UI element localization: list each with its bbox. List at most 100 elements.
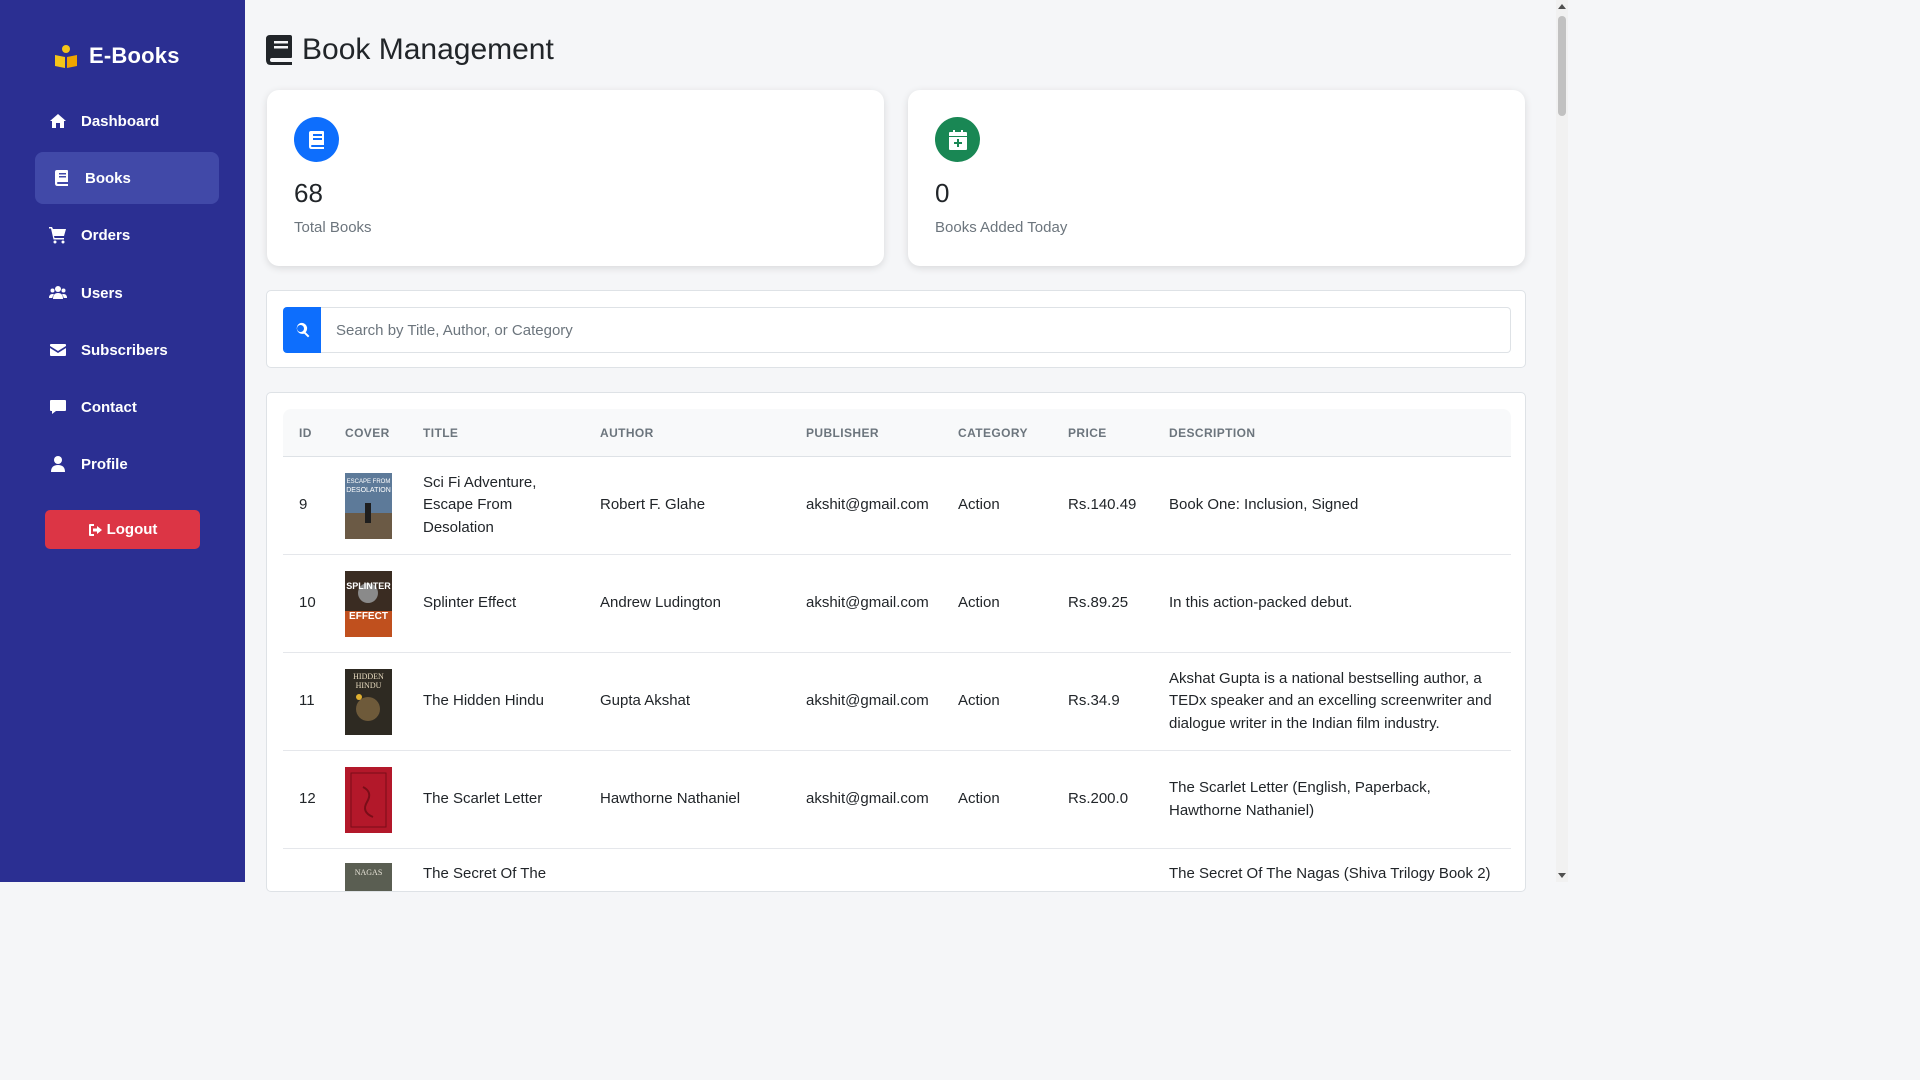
cell-author: Hawthorne Nathaniel xyxy=(600,790,741,808)
column-header-author[interactable]: AUTHOR xyxy=(600,409,654,457)
cell-publisher: akshit@gmail.com xyxy=(806,496,929,514)
cell-publisher: akshit@gmail.com xyxy=(806,594,929,612)
sign-out-icon xyxy=(88,523,102,536)
cell-description: The Secret Of The Nagas (Shiva Trilogy B… xyxy=(1169,864,1491,882)
book-icon xyxy=(308,130,324,149)
sidebar-item-label: Books xyxy=(85,169,131,187)
cart-icon xyxy=(49,226,67,244)
stat-card-total-books: 68 Total Books xyxy=(267,90,884,266)
stat-icon-circle xyxy=(935,117,980,162)
sidebar-item-label: Profile xyxy=(81,455,128,473)
sidebar: E-Books Dashboard Books Orders Users Sub… xyxy=(0,0,245,882)
book-cover-image: SPLINTER EFFECT xyxy=(345,571,392,637)
cell-id: 11 xyxy=(299,692,315,710)
table-row[interactable]: NAGAS The Secret Of The The Secret Of Th… xyxy=(283,849,1511,891)
cell-price: Rs.140.49 xyxy=(1068,496,1137,514)
book-cover-image: NAGAS xyxy=(345,863,392,891)
brand[interactable]: E-Books xyxy=(53,40,180,72)
sidebar-item-users[interactable]: Users xyxy=(35,267,219,319)
cell-author: Gupta Akshat xyxy=(600,692,691,710)
sidebar-item-label: Subscribers xyxy=(81,341,168,359)
svg-text:NAGAS: NAGAS xyxy=(355,868,383,877)
sidebar-item-orders[interactable]: Orders xyxy=(35,209,219,261)
column-header-cover[interactable]: COVER xyxy=(345,409,390,457)
page-scrollbar[interactable] xyxy=(1556,0,1568,882)
table-row[interactable]: 10 SPLINTER EFFECT Splinter Effect Andre… xyxy=(283,555,1511,653)
sidebar-item-label: Dashboard xyxy=(81,112,160,130)
search-icon xyxy=(296,322,310,338)
cell-price: Rs.89.25 xyxy=(1068,594,1129,612)
search-card xyxy=(266,290,1526,368)
cell-author: Andrew Ludington xyxy=(600,594,721,612)
sidebar-item-label: Orders xyxy=(81,226,131,244)
cell-title: Sci Fi Adventure, Escape From Desolation xyxy=(423,473,537,536)
cell-category: Action xyxy=(958,692,1000,710)
svg-text:ESCAPE FROM: ESCAPE FROM xyxy=(347,479,391,485)
scroll-up-arrow-icon[interactable] xyxy=(1558,4,1566,9)
book-cover-image: ESCAPE FROM DESOLATION xyxy=(345,473,392,539)
table-row[interactable]: 11 HIDDEN HINDU The Hidden Hindu Gupta A… xyxy=(283,653,1511,751)
column-header-category[interactable]: CATEGORY xyxy=(958,409,1028,457)
svg-text:DESOLATION: DESOLATION xyxy=(346,487,391,494)
logout-button[interactable]: Logout xyxy=(45,510,200,549)
search-input[interactable] xyxy=(321,307,1511,353)
books-table: ID COVER TITLE AUTHOR PUBLISHER CATEGORY… xyxy=(266,392,1526,892)
cell-author: Robert F. Glahe xyxy=(600,496,706,514)
sidebar-item-books[interactable]: Books xyxy=(35,152,219,204)
calendar-plus-icon xyxy=(948,129,967,150)
stat-value: 68 xyxy=(294,178,323,208)
page-title-text: Book Management xyxy=(302,33,554,66)
cell-category: Action xyxy=(958,790,1000,808)
stat-card-books-added-today: 0 Books Added Today xyxy=(908,90,1525,266)
column-header-id[interactable]: ID xyxy=(299,409,312,457)
sidebar-item-label: Users xyxy=(81,284,123,302)
home-icon xyxy=(49,112,67,130)
book-cover-image xyxy=(345,767,392,833)
cell-price: Rs.34.9 xyxy=(1068,692,1120,710)
search-button[interactable] xyxy=(283,307,321,353)
svg-text:EFFECT: EFFECT xyxy=(349,611,388,622)
sidebar-item-subscribers[interactable]: Subscribers xyxy=(35,324,219,376)
cell-title: The Secret Of The xyxy=(423,864,547,882)
cell-id: 10 xyxy=(299,594,316,612)
comment-icon xyxy=(49,398,67,416)
column-header-description[interactable]: DESCRIPTION xyxy=(1169,409,1255,457)
stat-label: Total Books xyxy=(294,219,372,236)
cell-title: Splinter Effect xyxy=(423,594,517,612)
brand-name: E-Books xyxy=(89,43,180,68)
table-row[interactable]: 9 ESCAPE FROM DESOLATION Sci Fi Adventur… xyxy=(283,457,1511,555)
users-icon xyxy=(49,284,67,302)
cell-price: Rs.200.0 xyxy=(1068,790,1129,808)
cell-id: 9 xyxy=(299,496,308,514)
cell-id: 12 xyxy=(299,790,316,808)
column-header-publisher[interactable]: PUBLISHER xyxy=(806,409,879,457)
cell-category: Action xyxy=(958,594,1000,612)
page-title: Book Management xyxy=(266,30,554,70)
sidebar-item-profile[interactable]: Profile xyxy=(35,438,219,490)
book-icon xyxy=(53,169,71,187)
book-icon xyxy=(266,35,292,65)
book-cover-image: HIDDEN HINDU xyxy=(345,669,392,735)
svg-text:HIDDEN: HIDDEN xyxy=(353,672,384,681)
cell-description: In this action-packed debut. xyxy=(1169,594,1353,612)
cell-publisher: akshit@gmail.com xyxy=(806,790,929,808)
cell-category: Action xyxy=(958,496,1000,514)
sidebar-item-label: Contact xyxy=(81,398,137,416)
user-icon xyxy=(49,455,67,473)
sidebar-item-contact[interactable]: Contact xyxy=(35,381,219,433)
sidebar-item-dashboard[interactable]: Dashboard xyxy=(35,95,219,147)
stat-icon-circle xyxy=(294,117,339,162)
scrollbar-thumb[interactable] xyxy=(1558,16,1566,116)
svg-text:HINDU: HINDU xyxy=(356,681,382,690)
column-header-price[interactable]: PRICE xyxy=(1068,409,1107,457)
cell-description: Book One: Inclusion, Signed xyxy=(1169,496,1359,514)
reader-logo-icon xyxy=(55,45,77,68)
cell-publisher: akshit@gmail.com xyxy=(806,692,929,710)
stat-value: 0 xyxy=(935,178,950,208)
logout-label: Logout xyxy=(106,521,158,538)
envelope-icon xyxy=(49,341,67,359)
cell-description: Akshat Gupta is a national bestselling a… xyxy=(1169,669,1492,732)
svg-text:SPLINTER: SPLINTER xyxy=(346,581,391,591)
column-header-title[interactable]: TITLE xyxy=(423,409,458,457)
scroll-down-arrow-icon[interactable] xyxy=(1558,873,1566,878)
